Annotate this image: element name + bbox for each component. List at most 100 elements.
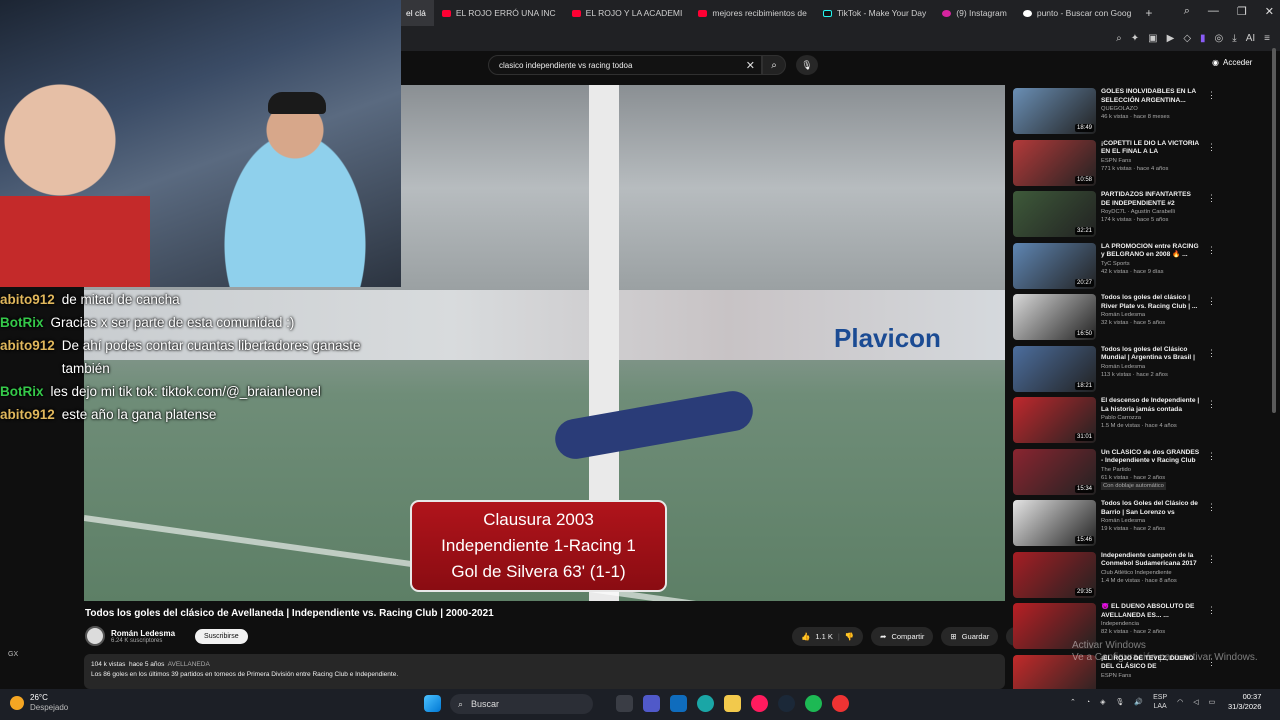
more-options-icon[interactable]: ⋮: [1207, 296, 1216, 307]
start-icon[interactable]: [424, 695, 441, 712]
recommended-video[interactable]: 31:01 El descenso de Independiente | La h…: [1013, 397, 1216, 449]
edge-icon[interactable]: [697, 695, 714, 712]
video-channel[interactable]: Román Ledesma: [1101, 363, 1201, 371]
subscribe-button[interactable]: Suscribirse: [195, 628, 248, 644]
recommended-video[interactable]: 32:21 PARTIDAZOS INFANTARTES DE INDEPENDI…: [1013, 191, 1216, 243]
recommended-video[interactable]: 18:21 Todos los goles del Clásico Mundial…: [1013, 345, 1216, 398]
like-count[interactable]: 1.1 K: [815, 632, 833, 641]
video-thumbnail[interactable]: 18:49: [1013, 88, 1096, 134]
video-title-small[interactable]: Todos los goles del clásico | River Plat…: [1101, 294, 1201, 311]
search-input[interactable]: clasico independiente vs racing todoa ✕: [488, 55, 762, 75]
minimize-icon[interactable]: —: [1208, 5, 1219, 18]
more-options-icon[interactable]: ⋮: [1207, 502, 1216, 513]
ai-button[interactable]: AI: [1246, 33, 1255, 44]
description-box[interactable]: 104 k vistas hace 5 años AVELLANEDA Los …: [84, 654, 1005, 689]
more-options-icon[interactable]: ⋮: [1207, 245, 1216, 256]
more-options-icon[interactable]: ⋮: [1207, 399, 1216, 410]
more-options-icon[interactable]: ⋮: [1207, 90, 1216, 101]
video-title-small[interactable]: LA PROMOCIÓN entre RACING y BELGRANO en …: [1101, 243, 1201, 260]
video-title-small[interactable]: 😈 EL DUEÑO ABSOLUTO DE AVELLANEDA ES... …: [1101, 603, 1201, 620]
share-button[interactable]: ➦ Compartir: [871, 627, 934, 646]
extensions-icon[interactable]: ▮: [1200, 33, 1206, 44]
recommended-video[interactable]: 20:27 LA PROMOCIÓN entre RACING y BELGRAN…: [1013, 242, 1216, 295]
steam-icon[interactable]: [778, 695, 795, 712]
video-thumbnail[interactable]: 20:27: [1013, 242, 1096, 289]
task-view-icon[interactable]: [616, 695, 633, 712]
video-channel[interactable]: Román Ledesma: [1101, 517, 1201, 525]
video-channel[interactable]: Club Atlético Independiente: [1101, 569, 1201, 577]
video-title-small[interactable]: PARTIDAZOS INFANTARTES DE INDEPENDIENTE …: [1101, 191, 1201, 208]
screenshot-icon[interactable]: ▣: [1148, 33, 1157, 44]
opera-gx-icon[interactable]: [751, 695, 768, 712]
video-channel[interactable]: ESPN Fans: [1101, 672, 1201, 680]
dislike-icon[interactable]: 👎: [845, 632, 854, 641]
video-thumbnail[interactable]: 10:58: [1013, 139, 1096, 186]
file-explorer-icon[interactable]: [724, 695, 741, 712]
taskbar-clock[interactable]: 00:37 31/3/2026: [1228, 692, 1261, 712]
app-icon[interactable]: [832, 695, 849, 712]
language-indicator[interactable]: ESP LAA: [1153, 693, 1167, 711]
search-button[interactable]: ⌕: [762, 55, 786, 75]
video-title-small[interactable]: Todos los goles del Clásico Mundial | Ar…: [1101, 346, 1201, 363]
speaker-icon[interactable]: ◁: [1193, 698, 1198, 706]
video-thumbnail[interactable]: 31:01: [1013, 397, 1096, 443]
download-icon[interactable]: ⤓: [1232, 33, 1236, 44]
recommended-video[interactable]: 18:49 GOLES INOLVIDABLES EN LA SELECCIÓN …: [1013, 88, 1216, 140]
voice-search-button[interactable]: 🎙: [796, 55, 818, 75]
search-tabs-icon[interactable]: ⌕: [1184, 5, 1190, 18]
network-icon[interactable]: ◔: [1086, 699, 1090, 706]
browser-tab[interactable]: TikTok - Make Your Day: [815, 0, 934, 26]
maximize-icon[interactable]: ❐: [1237, 5, 1247, 18]
recommended-video[interactable]: 10:58 ¡COPETTI LE DIO LA VICTORIA EN EL F…: [1013, 139, 1216, 192]
more-options-icon[interactable]: ⋮: [1207, 348, 1216, 359]
tray-chevron-icon[interactable]: ⌃: [1070, 698, 1076, 706]
more-options-icon[interactable]: ⋮: [1207, 451, 1216, 462]
video-thumbnail[interactable]: 15:46: [1013, 500, 1096, 546]
recommended-video[interactable]: 15:46 Todos los Goles del Clásico de Barr…: [1013, 500, 1216, 552]
more-options-icon[interactable]: ⋮: [1207, 605, 1216, 616]
video-thumbnail[interactable]: 15:34: [1013, 448, 1096, 495]
taskbar-search[interactable]: ⌕ Buscar: [450, 694, 593, 714]
more-options-icon[interactable]: ⋮: [1207, 193, 1216, 204]
more-options-icon[interactable]: ⋮: [1207, 142, 1216, 153]
hashtag[interactable]: AVELLANEDA: [168, 661, 210, 668]
profile-icon[interactable]: ◎: [1215, 33, 1224, 44]
like-icon[interactable]: 👍: [801, 632, 810, 641]
battery-icon[interactable]: ▭: [1209, 698, 1216, 706]
mic-tray-icon[interactable]: 🎙: [1116, 698, 1125, 706]
video-thumbnail[interactable]: 18:21: [1013, 345, 1096, 392]
close-window-icon[interactable]: ✕: [1265, 5, 1274, 18]
page-scrollbar[interactable]: [1272, 48, 1276, 413]
channel-name[interactable]: Román Ledesma: [111, 629, 175, 638]
browser-tab[interactable]: EL ROJO ERRÓ UNA INC: [434, 0, 564, 26]
video-thumbnail[interactable]: 32:21: [1013, 191, 1096, 237]
volume-icon[interactable]: 🔊: [1134, 698, 1143, 706]
video-channel[interactable]: QUEGOLAZO: [1101, 105, 1201, 113]
more-options-icon[interactable]: ⋮: [1207, 554, 1216, 565]
browser-tab[interactable]: (9) Instagram: [934, 0, 1015, 26]
teams-icon[interactable]: [643, 695, 660, 712]
weather-widget[interactable]: 26°C Despejado: [10, 693, 68, 713]
video-title-small[interactable]: ¡COPETTI LE DIO LA VICTORIA EN EL FINAL …: [1101, 140, 1201, 157]
browser-tab[interactable]: punto - Buscar con Goog: [1015, 0, 1140, 26]
clear-search-icon[interactable]: ✕: [746, 59, 755, 72]
player-icon[interactable]: ▶: [1167, 33, 1175, 44]
new-tab-icon[interactable]: +: [1139, 6, 1158, 20]
save-button[interactable]: ⊞ Guardar: [941, 627, 999, 646]
channel-avatar[interactable]: [85, 626, 105, 646]
recommended-video[interactable]: 29:35 Independiente campeón de la Conmebo…: [1013, 551, 1216, 604]
browser-tab[interactable]: mejores recibimientos de: [690, 0, 814, 26]
video-channel[interactable]: Román Ledesma: [1101, 311, 1201, 319]
menu-icon[interactable]: ≡: [1264, 33, 1270, 44]
recommended-video[interactable]: 15:34 Un CLÁSICO de dos GRANDES - Indepen…: [1013, 448, 1216, 501]
video-title-small[interactable]: Un CLÁSICO de dos GRANDES - Independient…: [1101, 449, 1201, 466]
browser-tab[interactable]: EL ROJO Y LA ACADEMI: [564, 0, 691, 26]
pin-icon[interactable]: ✦: [1131, 33, 1139, 44]
video-channel[interactable]: Pablo Carrozza: [1101, 414, 1201, 422]
video-thumbnail[interactable]: 29:35: [1013, 551, 1096, 598]
video-channel[interactable]: Independencia: [1101, 620, 1201, 628]
sign-in-button[interactable]: ◉ Acceder: [1212, 58, 1252, 67]
browser-tab[interactable]: el clá: [398, 0, 434, 26]
recommended-video[interactable]: 16:50 Todos los goles del clásico | River…: [1013, 294, 1216, 346]
video-title-small[interactable]: Independiente campeón de la Conmebol Sud…: [1101, 552, 1201, 569]
